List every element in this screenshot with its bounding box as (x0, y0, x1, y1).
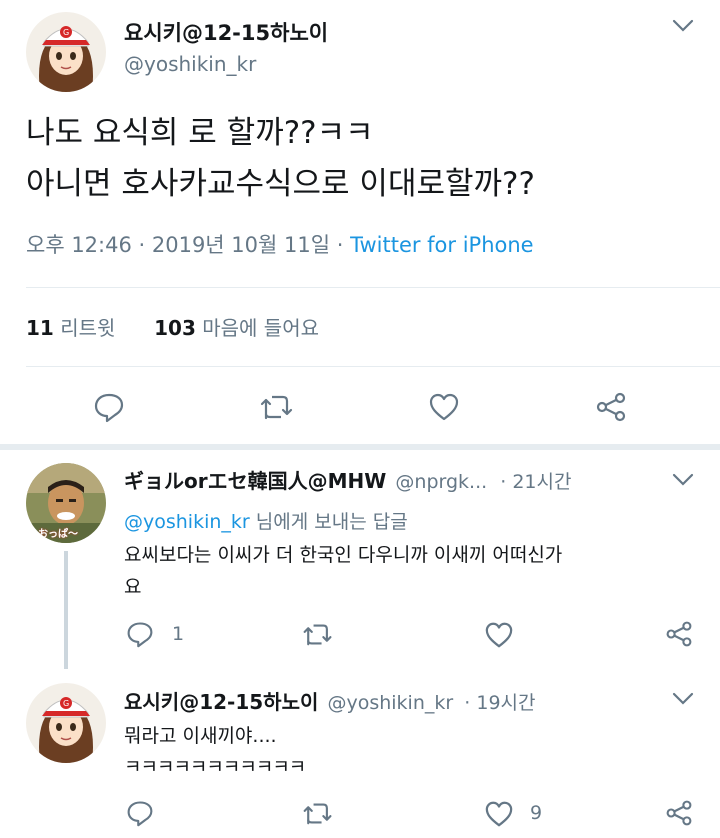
main-tweet-text-line1: 나도 요식희 로 할까??ㅋㅋ (26, 115, 374, 151)
reply-icon[interactable] (126, 620, 154, 648)
reply1-text-line2: 요 (124, 576, 142, 598)
reply1-handle[interactable]: @nprgk... (395, 471, 487, 493)
reply2-avatar[interactable]: G (26, 683, 106, 763)
retweet-icon[interactable] (302, 800, 334, 827)
reply2-text-line2: ㅋㅋㅋㅋㅋㅋㅋㅋㅋㅋㅋ (124, 756, 306, 778)
reply1-text-line1: 요씨보다는 이씨가 더 한국인 다우니까 이새끼 어떠신가 (124, 544, 563, 566)
main-avatar[interactable]: G (26, 12, 106, 92)
like-label[interactable]: 마음에 들어요 (202, 316, 319, 340)
main-display-name[interactable]: 요시키@12-15하노이 (124, 17, 328, 47)
reply1-avatar-caption: おっぱ〜 (38, 529, 78, 540)
reply2-header: 요시키@12-15하노이 @yoshikin_kr · 19시간 (124, 686, 536, 715)
tweet-stats: 11 리트윗 103 마음에 들어요 (26, 312, 319, 341)
share-icon[interactable] (665, 620, 693, 648)
retweet-icon[interactable] (259, 392, 295, 422)
reply2-time[interactable]: · 19시간 (464, 692, 535, 714)
chevron-down-icon[interactable] (672, 692, 694, 706)
tweet-meta: 오후 12:46 · 2019년 10월 11일 · Twitter for i… (26, 229, 534, 259)
reply-icon[interactable] (126, 799, 154, 827)
chevron-down-icon[interactable] (672, 473, 694, 487)
svg-text:G: G (63, 699, 69, 708)
like-icon[interactable] (484, 800, 514, 828)
reply1-header: ギョルorエセ韓国人@MHW @nprgk... · 21시간 (124, 465, 571, 494)
reply1-reply-to-handle[interactable]: @yoshikin_kr (124, 511, 250, 533)
share-icon[interactable] (665, 799, 693, 827)
retweet-label[interactable]: 리트윗 (60, 316, 115, 340)
share-icon[interactable] (595, 391, 627, 423)
reply1-reply-to-suffix: 님에게 보내는 답글 (255, 511, 408, 533)
reply1-reply-count[interactable]: 1 (172, 623, 184, 645)
like-icon[interactable] (428, 392, 460, 422)
reply1-time[interactable]: · 21시간 (500, 471, 571, 493)
reply2-like-count[interactable]: 9 (530, 802, 542, 824)
main-tweet-text-line2: 아니면 호사카교수식으로 이대로할까?? (26, 166, 535, 202)
reply2-display-name[interactable]: 요시키@12-15하노이 (124, 690, 318, 714)
reply1-replying-to: @yoshikin_kr 님에게 보내는 답글 (124, 507, 408, 534)
reply-icon[interactable] (93, 391, 125, 423)
tweet-timestamp: 오후 12:46 · 2019년 10월 11일 · (26, 233, 344, 257)
like-icon[interactable] (484, 621, 514, 649)
chevron-down-icon[interactable] (672, 19, 694, 33)
main-handle[interactable]: @yoshikin_kr (124, 52, 256, 76)
reply1-avatar[interactable]: おっぱ〜 (26, 463, 106, 543)
like-count[interactable]: 103 (154, 316, 196, 340)
retweet-count[interactable]: 11 (26, 316, 54, 340)
thread-line (64, 551, 68, 669)
reply2-text-line1: 뭐라고 이새끼야.... (124, 725, 277, 747)
svg-text:G: G (63, 28, 69, 37)
tweet-source-link[interactable]: Twitter for iPhone (350, 233, 534, 257)
retweet-icon[interactable] (302, 621, 334, 648)
reply2-handle[interactable]: @yoshikin_kr (327, 692, 453, 714)
reply1-display-name[interactable]: ギョルorエセ韓国人@MHW (124, 469, 386, 493)
